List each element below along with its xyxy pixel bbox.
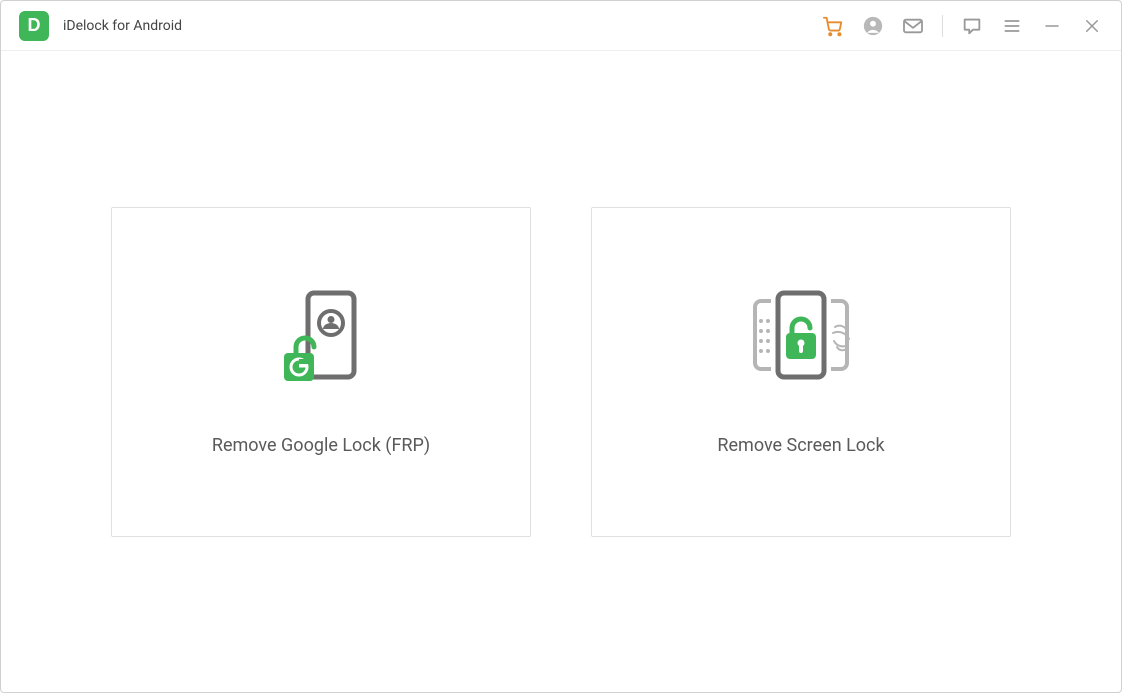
app-logo: D xyxy=(19,11,49,41)
close-icon[interactable] xyxy=(1081,15,1103,37)
google-lock-illust xyxy=(251,287,391,387)
remove-screen-lock-label: Remove Screen Lock xyxy=(717,435,884,456)
app-title: iDelock for Android xyxy=(63,18,182,34)
screen-lock-illust xyxy=(731,287,871,387)
titlebar: D iDelock for Android xyxy=(1,1,1121,51)
remove-screen-lock-card[interactable]: Remove Screen Lock xyxy=(591,207,1011,537)
titlebar-separator xyxy=(942,15,943,37)
app-logo-letter: D xyxy=(28,15,41,36)
titlebar-actions xyxy=(822,15,1103,37)
main-content: Remove Google Lock (FRP) xyxy=(1,51,1121,692)
remove-google-lock-card[interactable]: Remove Google Lock (FRP) xyxy=(111,207,531,537)
minimize-icon[interactable] xyxy=(1041,15,1063,37)
menu-icon[interactable] xyxy=(1001,15,1023,37)
remove-google-lock-label: Remove Google Lock (FRP) xyxy=(212,435,430,456)
mail-icon[interactable] xyxy=(902,15,924,37)
account-icon[interactable] xyxy=(862,15,884,37)
cart-icon[interactable] xyxy=(822,15,844,37)
feedback-icon[interactable] xyxy=(961,15,983,37)
